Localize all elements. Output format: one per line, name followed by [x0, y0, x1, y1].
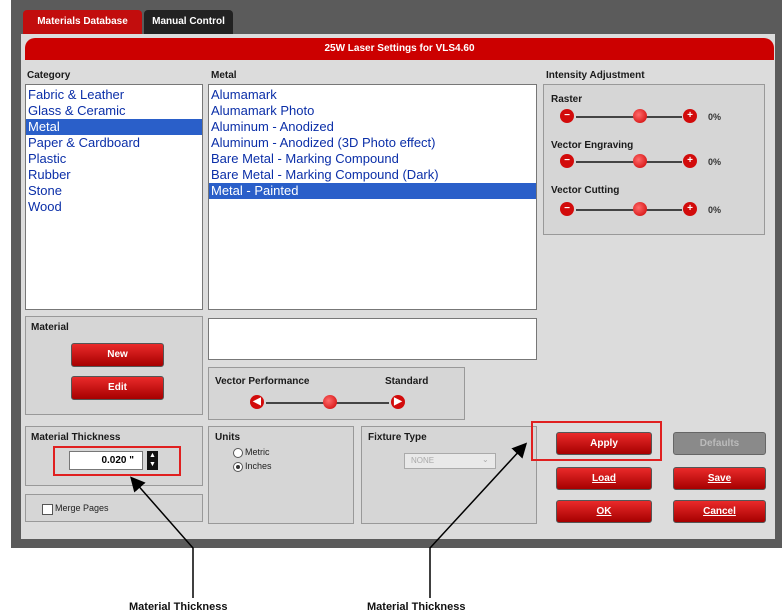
annotation-arrows [130, 442, 528, 598]
annotation-label: Material Thickness [129, 601, 228, 613]
annotation-label: Material Thickness [367, 601, 466, 613]
